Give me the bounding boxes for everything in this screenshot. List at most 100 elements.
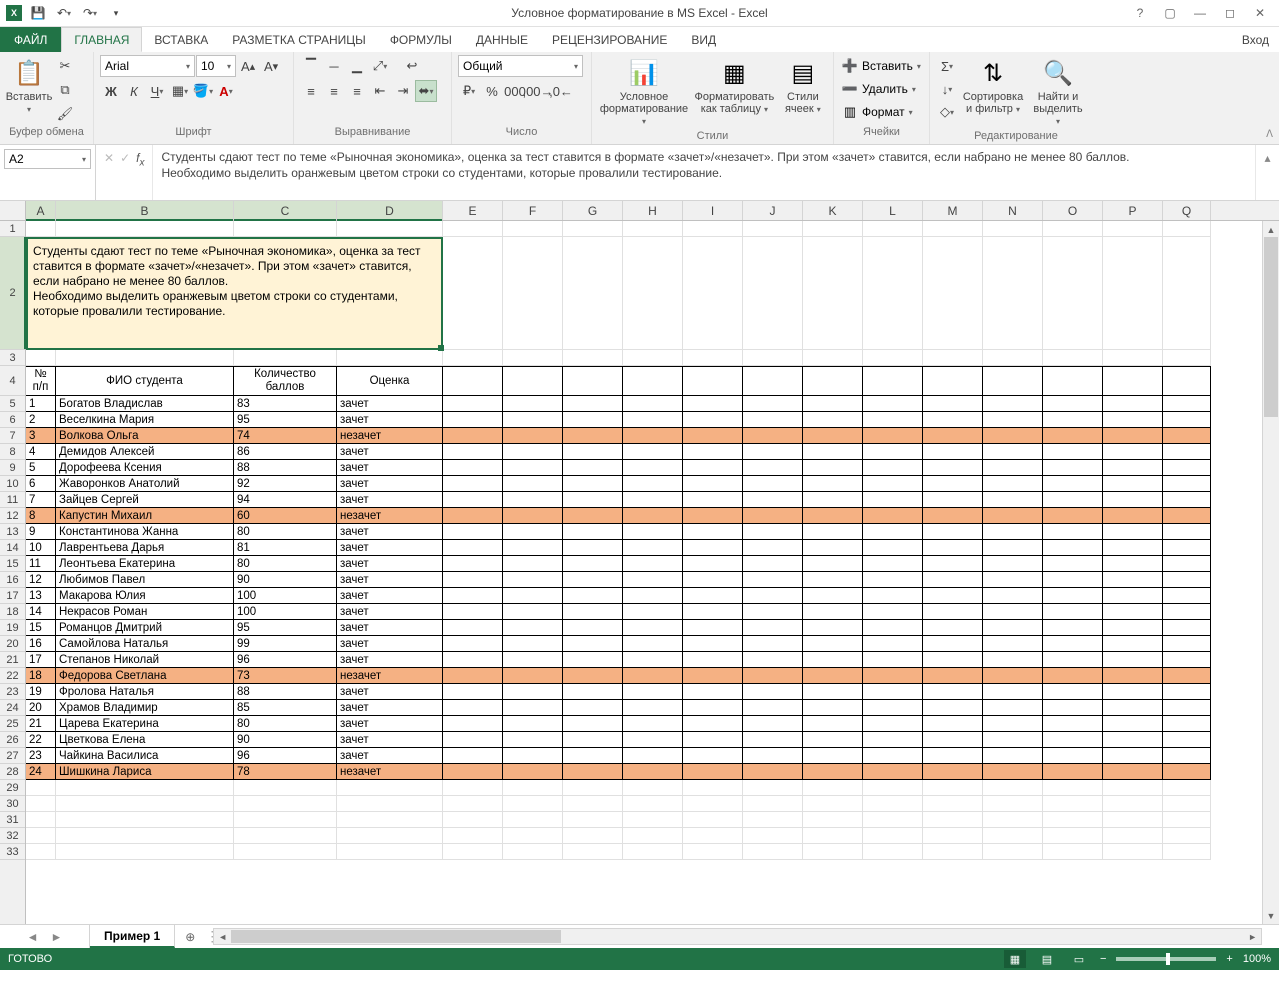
table-header-cell[interactable]: Оценка bbox=[337, 366, 443, 396]
table-row[interactable]: 23Чайкина Василиса96зачет bbox=[26, 748, 1262, 764]
accounting-icon[interactable]: ₽▾ bbox=[458, 80, 480, 102]
increase-font-icon[interactable]: A▴ bbox=[237, 55, 259, 77]
scroll-thumb[interactable] bbox=[231, 930, 561, 943]
enter-formula-icon[interactable]: ✓ bbox=[120, 151, 130, 165]
table-row[interactable]: 15Романцов Дмитрий95зачет bbox=[26, 620, 1262, 636]
table-row[interactable]: 6Жаворонков Анатолий92зачет bbox=[26, 476, 1262, 492]
format-cells-button[interactable]: ▥Формат ▾ bbox=[840, 101, 923, 123]
bold-button[interactable]: Ж bbox=[100, 80, 122, 102]
align-middle-icon[interactable]: ─ bbox=[323, 55, 345, 77]
insert-function-icon[interactable]: fx bbox=[136, 151, 144, 168]
conditional-formatting-button[interactable]: 📊 Условное форматирование ▾ bbox=[598, 55, 690, 130]
column-header[interactable]: A bbox=[26, 201, 56, 220]
vertical-scrollbar[interactable]: ▲ ▼ bbox=[1262, 221, 1279, 924]
zoom-out-icon[interactable]: − bbox=[1100, 953, 1106, 965]
tab-data[interactable]: ДАННЫЕ bbox=[464, 27, 540, 52]
table-row[interactable]: 18Федорова Светлана73незачет bbox=[26, 668, 1262, 684]
add-sheet-icon[interactable]: ⊕ bbox=[175, 930, 205, 944]
underline-button[interactable]: Ч▾ bbox=[146, 80, 168, 102]
border-button[interactable]: ▦▾ bbox=[169, 80, 191, 102]
table-row[interactable]: 7Зайцев Сергей94зачет bbox=[26, 492, 1262, 508]
sort-filter-button[interactable]: ⇅ Сортировка и фильтр ▾ bbox=[960, 55, 1026, 118]
sheet-tab[interactable]: Пример 1 bbox=[90, 925, 175, 948]
format-painter-button[interactable]: 🖌 bbox=[54, 103, 76, 125]
insert-cells-button[interactable]: ➕Вставить ▾ bbox=[840, 55, 923, 77]
cancel-formula-icon[interactable]: ✕ bbox=[104, 151, 114, 165]
zoom-slider[interactable] bbox=[1116, 957, 1216, 961]
close-icon[interactable]: ✕ bbox=[1251, 4, 1269, 22]
font-color-button[interactable]: A▾ bbox=[215, 80, 237, 102]
decrease-decimal-icon[interactable]: ,0← bbox=[550, 80, 572, 102]
zoom-level[interactable]: 100% bbox=[1243, 953, 1271, 965]
increase-indent-icon[interactable]: ⇥ bbox=[392, 80, 414, 102]
select-all-corner[interactable] bbox=[0, 201, 26, 220]
scroll-down-icon[interactable]: ▼ bbox=[1263, 907, 1279, 924]
table-row[interactable]: 13Макарова Юлия100зачет bbox=[26, 588, 1262, 604]
column-header[interactable]: M bbox=[923, 201, 983, 220]
save-button[interactable]: 💾 bbox=[28, 3, 48, 23]
column-header[interactable]: N bbox=[983, 201, 1043, 220]
table-row[interactable]: 8Капустин Михаил60незачет bbox=[26, 508, 1262, 524]
number-format-combo[interactable]: Общий▾ bbox=[458, 55, 583, 77]
normal-view-icon[interactable]: ▦ bbox=[1004, 950, 1026, 968]
column-header[interactable]: J bbox=[743, 201, 803, 220]
tab-page-layout[interactable]: РАЗМЕТКА СТРАНИЦЫ bbox=[220, 27, 378, 52]
column-header[interactable]: K bbox=[803, 201, 863, 220]
table-row[interactable]: 17Степанов Николай96зачет bbox=[26, 652, 1262, 668]
table-row[interactable]: 11Леонтьева Екатерина80зачет bbox=[26, 556, 1262, 572]
percent-icon[interactable]: % bbox=[481, 80, 503, 102]
help-icon[interactable]: ? bbox=[1131, 4, 1149, 22]
qat-customize-icon[interactable]: ▾ bbox=[106, 3, 126, 23]
table-header-cell[interactable]: ФИО студента bbox=[56, 366, 234, 396]
format-as-table-button[interactable]: ▦ Форматировать как таблицу ▾ bbox=[692, 55, 777, 118]
row-headers[interactable]: 1234567891011121314151617181920212223242… bbox=[0, 221, 26, 924]
table-row[interactable]: 14Некрасов Роман100зачет bbox=[26, 604, 1262, 620]
cell-styles-button[interactable]: ▤ Стили ячеек ▾ bbox=[779, 55, 827, 118]
table-row[interactable]: 24Шишкина Лариса78незачет bbox=[26, 764, 1262, 780]
collapse-ribbon-icon[interactable]: ᐱ bbox=[1266, 129, 1273, 140]
table-row[interactable]: 9Константинова Жанна80зачет bbox=[26, 524, 1262, 540]
font-size-combo[interactable]: 10▾ bbox=[196, 55, 236, 77]
tab-formulas[interactable]: ФОРМУЛЫ bbox=[378, 27, 464, 52]
table-row[interactable]: 1Богатов Владислав83зачет bbox=[26, 396, 1262, 412]
autosum-icon[interactable]: Σ▾ bbox=[936, 55, 958, 77]
table-row[interactable]: 12Любимов Павел90зачет bbox=[26, 572, 1262, 588]
find-select-button[interactable]: 🔍 Найти и выделить ▾ bbox=[1028, 55, 1088, 130]
name-box[interactable]: A2▾ bbox=[4, 149, 91, 169]
column-header[interactable]: I bbox=[683, 201, 743, 220]
column-header[interactable]: F bbox=[503, 201, 563, 220]
merge-center-icon[interactable]: ⬌▾ bbox=[415, 80, 437, 102]
italic-button[interactable]: К bbox=[123, 80, 145, 102]
column-header[interactable]: C bbox=[234, 201, 337, 220]
table-row[interactable]: 4Демидов Алексей86зачет bbox=[26, 444, 1262, 460]
sheet-nav-next-icon[interactable]: ► bbox=[51, 930, 63, 944]
column-header[interactable]: P bbox=[1103, 201, 1163, 220]
orientation-icon[interactable]: ⤢▾ bbox=[369, 55, 391, 77]
signin-link[interactable]: Вход bbox=[1242, 27, 1279, 52]
zoom-in-icon[interactable]: + bbox=[1226, 953, 1232, 965]
column-header[interactable]: O bbox=[1043, 201, 1103, 220]
sheet-nav-prev-icon[interactable]: ◄ bbox=[27, 930, 39, 944]
table-header-cell[interactable]: № п/п bbox=[26, 366, 56, 396]
font-name-combo[interactable]: Arial▾ bbox=[100, 55, 195, 77]
scroll-thumb[interactable] bbox=[1264, 237, 1278, 417]
wrap-text-icon[interactable]: ↩ bbox=[401, 55, 423, 77]
column-headers[interactable]: ABCDEFGHIJKLMNOPQ bbox=[0, 201, 1279, 221]
table-row[interactable]: 3Волкова Ольга74незачет bbox=[26, 428, 1262, 444]
table-row[interactable]: 16Самойлова Наталья99зачет bbox=[26, 636, 1262, 652]
horizontal-scrollbar[interactable] bbox=[213, 928, 1262, 945]
column-header[interactable]: L bbox=[863, 201, 923, 220]
column-header[interactable]: B bbox=[56, 201, 234, 220]
increase-decimal-icon[interactable]: ,00→ bbox=[527, 80, 549, 102]
tab-review[interactable]: РЕЦЕНЗИРОВАНИЕ bbox=[540, 27, 679, 52]
delete-cells-button[interactable]: ➖Удалить ▾ bbox=[840, 78, 923, 100]
page-layout-view-icon[interactable]: ▤ bbox=[1036, 950, 1058, 968]
formula-text[interactable]: Студенты сдают тест по теме «Рыночная эк… bbox=[153, 145, 1255, 200]
page-break-view-icon[interactable]: ▭ bbox=[1068, 950, 1090, 968]
column-header[interactable]: Q bbox=[1163, 201, 1211, 220]
tab-split-handle[interactable]: ⋮ bbox=[205, 928, 213, 945]
table-row[interactable]: 10Лаврентьева Дарья81зачет bbox=[26, 540, 1262, 556]
table-row[interactable]: 2Веселкина Мария95зачет bbox=[26, 412, 1262, 428]
align-right-icon[interactable]: ≡ bbox=[346, 80, 368, 102]
undo-button[interactable]: ↶▾ bbox=[54, 3, 74, 23]
